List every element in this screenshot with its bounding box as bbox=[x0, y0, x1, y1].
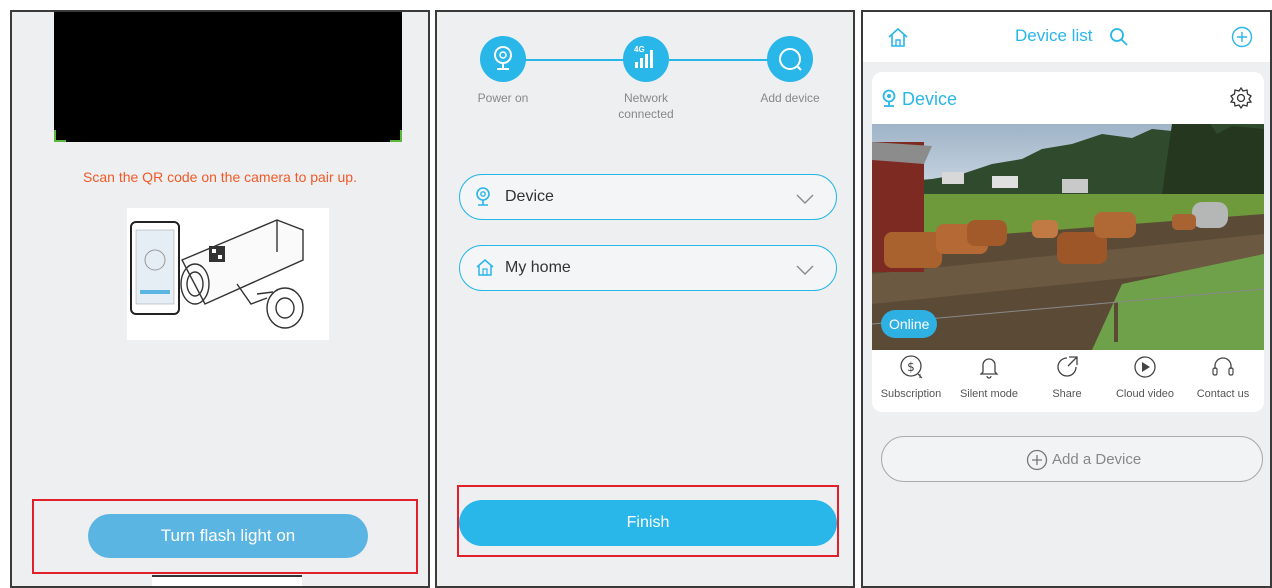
device-card[interactable]: Device Online $ Subscription Silent mode… bbox=[872, 72, 1264, 412]
power-on-step-icon bbox=[480, 36, 526, 82]
action-label: Silent mode bbox=[959, 388, 1019, 400]
status-badge: Online bbox=[881, 310, 938, 338]
subscription-action[interactable]: $ Subscription bbox=[872, 354, 950, 400]
chevron-down-icon[interactable] bbox=[796, 262, 814, 280]
search-icon[interactable] bbox=[1109, 27, 1129, 52]
finish-button[interactable]: Finish bbox=[459, 500, 837, 546]
camera-icon bbox=[475, 186, 491, 213]
chevron-down-icon[interactable] bbox=[796, 191, 814, 209]
bell-icon bbox=[979, 358, 999, 379]
device-name: Device bbox=[902, 89, 958, 109]
subscription-icon: $ bbox=[900, 355, 923, 379]
scan-instruction: Scan the QR code on the camera to pair u… bbox=[83, 169, 357, 185]
cloud-video-action[interactable]: Cloud video bbox=[1106, 354, 1184, 400]
contact-us-action[interactable]: Contact us bbox=[1184, 354, 1262, 400]
camera-live-feed[interactable]: Online bbox=[872, 124, 1264, 350]
device-name-value: Device bbox=[505, 188, 554, 205]
add-device-label: Add a Device bbox=[1052, 451, 1142, 468]
add-device-button[interactable]: Add a Device bbox=[881, 436, 1263, 482]
camera-pairing-illustration bbox=[127, 208, 329, 340]
step-label: Network connected bbox=[591, 90, 701, 122]
action-label: Contact us bbox=[1196, 388, 1250, 400]
home-value: My home bbox=[505, 259, 571, 276]
action-label: Share bbox=[1052, 388, 1082, 400]
bottom-bar bbox=[152, 575, 302, 586]
share-icon bbox=[1057, 356, 1078, 377]
settings-gear-icon[interactable] bbox=[1229, 86, 1253, 115]
top-bar: Device list bbox=[863, 12, 1270, 62]
plus-circle-icon bbox=[1026, 449, 1048, 476]
headset-icon bbox=[1212, 357, 1234, 376]
device-list-screen: Device list Device Online $ Subscription… bbox=[861, 10, 1272, 588]
play-icon bbox=[1134, 356, 1156, 378]
device-name-field[interactable]: Device bbox=[459, 174, 837, 220]
home-icon[interactable] bbox=[887, 26, 909, 53]
action-label: Subscription bbox=[880, 388, 942, 400]
home-icon bbox=[475, 257, 495, 282]
camera-icon bbox=[881, 89, 897, 114]
step-connector bbox=[669, 59, 769, 61]
viewfinder-corner bbox=[54, 130, 66, 142]
add-icon[interactable] bbox=[1231, 26, 1253, 53]
home-field[interactable]: My home bbox=[459, 245, 837, 291]
add-device-step-icon bbox=[767, 36, 813, 82]
network-badge: 4G bbox=[634, 45, 645, 54]
step-label: Add device bbox=[760, 91, 820, 105]
svg-text:$: $ bbox=[907, 360, 915, 374]
step-label-text: Network connected bbox=[618, 91, 674, 121]
step-label: Power on bbox=[477, 91, 529, 105]
share-action[interactable]: Share bbox=[1028, 354, 1106, 400]
camera-viewfinder bbox=[54, 12, 402, 142]
qr-scan-screen: Scan the QR code on the camera to pair u… bbox=[10, 10, 430, 588]
action-label: Cloud video bbox=[1115, 388, 1175, 400]
network-step-icon: 4G bbox=[623, 36, 669, 82]
silent-mode-action[interactable]: Silent mode bbox=[950, 354, 1028, 400]
flash-light-button[interactable]: Turn flash light on bbox=[88, 514, 368, 558]
add-device-screen: 4G Power on Network connected Add device… bbox=[435, 10, 855, 588]
viewfinder-corner bbox=[390, 130, 402, 142]
page-title: Device list bbox=[1015, 26, 1093, 45]
